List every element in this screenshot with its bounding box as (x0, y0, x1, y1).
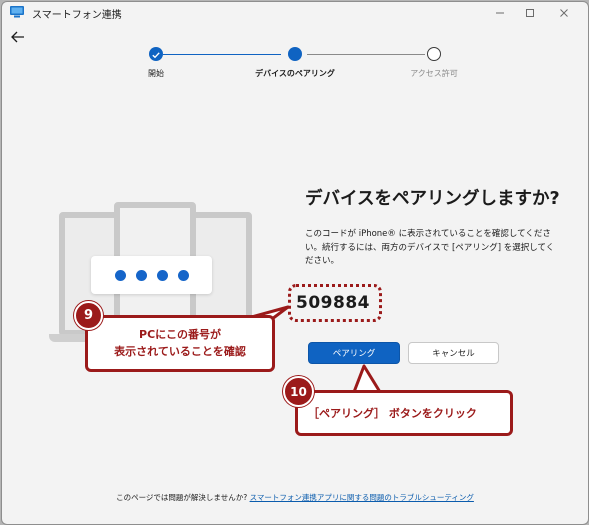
window-title: スマートフォン連携 (32, 10, 122, 21)
annotation-callout-9: PCにこの番号が 表示されていることを確認 (85, 315, 275, 372)
phone-link-app-icon (10, 6, 24, 18)
step-3-pending-dot (427, 47, 441, 61)
footer: このページでは問題が解決しませんか? スマートフォン連携アプリに関する問題のトラ… (2, 492, 588, 503)
illustration-code-card (91, 256, 212, 294)
page-heading: デバイスをペアリングしますか? (305, 189, 560, 209)
checkmark-icon (152, 52, 160, 59)
close-icon (560, 9, 568, 17)
step-3-label: アクセス許可 (410, 69, 458, 78)
annotation-badge-10: 10 (283, 376, 314, 407)
progress-stepper: 開始 デバイスのペアリング アクセス許可 (2, 46, 588, 86)
step-connector-done (163, 54, 281, 55)
code-highlight-box (288, 284, 382, 322)
step-1-label: 開始 (148, 69, 164, 78)
close-button[interactable] (550, 2, 578, 24)
app-window: スマートフォン連携 開始 デバイスのペアリング アクセス許可 デバイスをペアリン… (1, 1, 589, 525)
callout-9-line-2: 表示されていることを確認 (114, 345, 246, 358)
annotation-badge-9: 9 (74, 301, 103, 330)
maximize-icon (526, 9, 534, 17)
step-1-done-dot (149, 47, 163, 61)
pairing-description: このコードが iPhone® に表示されていることを確認してください。続行するに… (305, 229, 555, 266)
code-dot (156, 269, 168, 281)
callout-9-line-1: PCにこの番号が (139, 328, 221, 341)
code-dot (135, 269, 147, 281)
step-connector-pending (307, 54, 425, 55)
callout-10-pointer (352, 364, 382, 394)
troubleshooting-link[interactable]: スマートフォン連携アプリに関する問題のトラブルシューティング (250, 493, 474, 502)
minimize-button[interactable] (486, 2, 514, 24)
code-dot (114, 269, 126, 281)
callout-10-text: ［ペアリング］ ボタンをクリック (308, 407, 477, 420)
minimize-icon (496, 12, 504, 14)
annotation-callout-10: ［ペアリング］ ボタンをクリック (295, 390, 513, 436)
step-2-label: デバイスのペアリング (255, 69, 335, 78)
step-2-current-dot (288, 47, 302, 61)
back-arrow-icon[interactable] (10, 30, 26, 44)
title-bar: スマートフォン連携 (2, 2, 588, 24)
maximize-button[interactable] (516, 2, 544, 24)
pair-button[interactable]: ペアリング (308, 342, 400, 364)
code-dot (177, 269, 189, 281)
footer-text: このページでは問題が解決しませんか? (116, 493, 248, 502)
cancel-button[interactable]: キャンセル (408, 342, 499, 364)
